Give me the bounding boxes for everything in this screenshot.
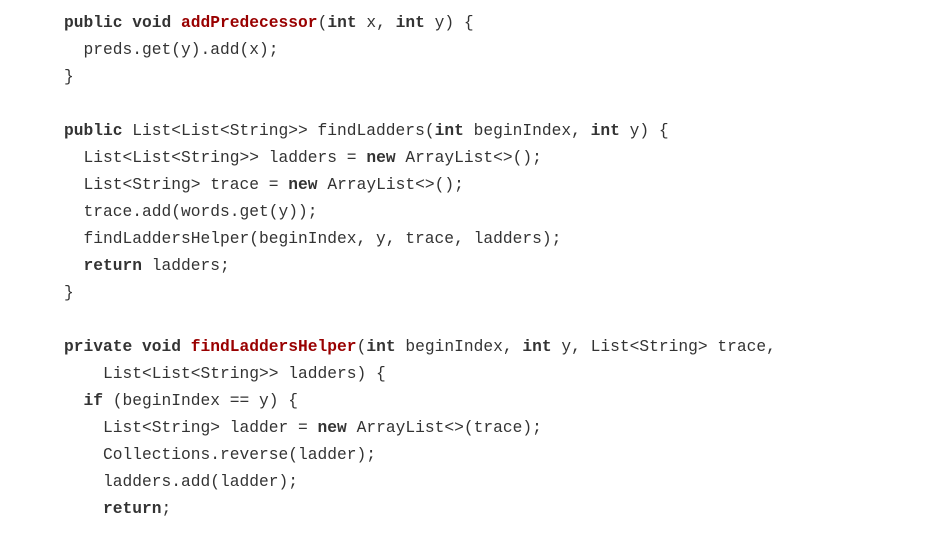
keyword-token: int — [366, 337, 396, 356]
code-token: beginIndex, — [395, 337, 523, 356]
code-line: return ladders; — [64, 252, 776, 279]
keyword-token: int — [327, 13, 357, 32]
code-line: Collections.reverse(ladder); — [64, 441, 776, 468]
code-line: public List<List<String>> findLadders(in… — [64, 117, 776, 144]
function-name-token: addPredecessor — [181, 13, 318, 32]
code-line: if (beginIndex == y) { — [64, 387, 776, 414]
code-line: } — [64, 63, 776, 90]
keyword-token: new — [366, 148, 396, 167]
code-token: Collections.reverse(ladder); — [64, 445, 377, 464]
code-line: trace.add(words.get(y)); — [64, 198, 776, 225]
code-token: preds.get(y).add(x); — [64, 40, 279, 59]
code-line: } — [64, 279, 776, 306]
keyword-token: int — [434, 121, 464, 140]
code-token: beginIndex, — [463, 121, 591, 140]
code-token: ArrayList<>(); — [395, 148, 542, 167]
code-line: List<List<String>> ladders = new ArrayLi… — [64, 144, 776, 171]
code-token: ArrayList<>(trace); — [346, 418, 542, 437]
code-line: private void findLaddersHelper(int begin… — [64, 333, 776, 360]
code-token: ( — [356, 337, 367, 356]
keyword-token: int — [590, 121, 620, 140]
code-token: findLaddersHelper(beginIndex, y, trace, … — [64, 229, 562, 248]
code-token: ArrayList<>(); — [317, 175, 464, 194]
keyword-token: public — [64, 121, 123, 140]
code-token: y) { — [619, 121, 669, 140]
code-line: return; — [64, 495, 776, 522]
code-line: List<String> ladder = new ArrayList<>(tr… — [64, 414, 776, 441]
keyword-token: private void — [64, 337, 191, 356]
keyword-token: new — [288, 175, 318, 194]
code-line: List<List<String>> ladders) { — [64, 360, 776, 387]
keyword-token: new — [317, 418, 347, 437]
code-line: preds.get(y).add(x); — [64, 36, 776, 63]
keyword-token: return — [83, 256, 143, 275]
code-token: List<List<String>> ladders) { — [64, 364, 386, 383]
code-token: x, — [356, 13, 396, 32]
code-line: public void addPredecessor(int x, int y)… — [64, 9, 776, 36]
keyword-token: public void — [64, 13, 182, 32]
keyword-token: return — [103, 499, 162, 518]
code-token: ( — [317, 13, 328, 32]
code-line: List<String> trace = new ArrayList<>(); — [64, 171, 776, 198]
code-line: findLaddersHelper(beginIndex, y, trace, … — [64, 225, 776, 252]
code-token: ladders; — [142, 256, 230, 275]
code-token: List<List<String>> ladders = — [64, 148, 367, 167]
code-token: } — [64, 283, 74, 302]
code-line: ladders.add(ladder); — [64, 468, 776, 495]
keyword-token: int — [522, 337, 552, 356]
code-token: List<String> ladder = — [64, 418, 318, 437]
code-token: y, List<String> trace, — [551, 337, 776, 356]
code-token: List<String> trace = — [64, 175, 289, 194]
code-block: public void addPredecessor(int x, int y)… — [64, 9, 776, 522]
code-token: ; — [161, 499, 172, 518]
code-token: (beginIndex == y) { — [103, 391, 299, 410]
code-token: trace.add(words.get(y)); — [64, 202, 318, 221]
code-token: List<List<String>> findLadders( — [122, 121, 435, 140]
code-token: } — [64, 67, 74, 86]
code-token: ladders.add(ladder); — [64, 472, 299, 491]
code-token: y) { — [424, 13, 474, 32]
keyword-token: int — [395, 13, 425, 32]
function-name-token: findLaddersHelper — [190, 337, 357, 356]
keyword-token: if — [83, 391, 104, 410]
